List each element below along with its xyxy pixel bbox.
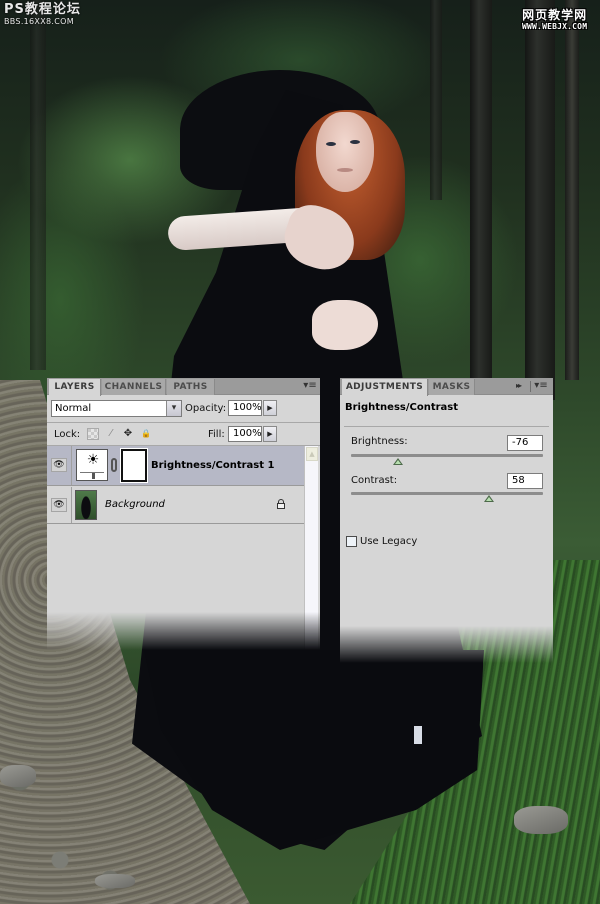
brightness-input[interactable]: -76: [507, 435, 543, 451]
tab-layers[interactable]: LAYERS: [49, 379, 101, 396]
watermark-right: 网页教学网 WWW.WEBJX.COM: [522, 8, 587, 32]
contrast-slider-thumb[interactable]: [484, 495, 495, 502]
sun-icon: ☀: [86, 452, 100, 468]
contrast-label: Contrast:: [351, 475, 398, 486]
layers-tabbar: LAYERS CHANNELS PATHS ▾≡: [47, 378, 320, 396]
face: [316, 112, 374, 192]
opacity-label: Opacity:: [185, 403, 227, 414]
lock-all-icon[interactable]: 🔒: [140, 428, 152, 440]
watermark-left: PS教程论坛 BBS.16XX8.COM: [4, 2, 81, 27]
rock: [95, 874, 135, 888]
fill-stepper-icon[interactable]: ▶: [263, 426, 277, 442]
tree-trunk: [30, 0, 46, 370]
use-legacy-label: Use Legacy: [360, 536, 418, 547]
fill-label: Fill:: [208, 429, 225, 440]
use-legacy-checkbox[interactable]: [346, 536, 357, 547]
tab-masks[interactable]: MASKS: [429, 379, 475, 395]
adjustments-tabbar: ADJUSTMENTS MASKS ▸▸ ▾≡: [340, 378, 553, 396]
brightness-slider-thumb[interactable]: [393, 458, 404, 465]
divider: [47, 422, 320, 423]
watermark-left-url: BBS.16XX8.COM: [4, 17, 74, 26]
watermark-right-title: 网页教学网: [522, 8, 588, 22]
panel-menu-icon[interactable]: ▾≡: [303, 380, 317, 392]
lock-image-pixels-icon[interactable]: ⁄: [105, 428, 117, 440]
tree-trunk: [430, 0, 442, 200]
adjustments-panel: ADJUSTMENTS MASKS ▸▸ ▾≡ Brightness/Contr…: [340, 378, 553, 663]
blend-mode-value: Normal: [55, 403, 92, 414]
link-chain-icon[interactable]: [111, 458, 117, 472]
eye-icon[interactable]: 👁: [51, 498, 67, 512]
divider: [344, 426, 549, 427]
divider: [530, 381, 531, 392]
watermark-right-url: WWW.WEBJX.COM: [522, 22, 588, 31]
adjustment-layer-thumbnail[interactable]: ☀: [76, 449, 108, 481]
blend-mode-select[interactable]: Normal ▾: [51, 400, 182, 417]
panel-menu-icon[interactable]: ▾≡: [534, 380, 548, 392]
fill-input[interactable]: 100%: [228, 426, 262, 442]
slider-glyph-icon: [80, 472, 104, 479]
layer-mask-thumbnail[interactable]: [120, 448, 148, 483]
layer-row-brightness-contrast[interactable]: 👁 ☀ Brightness/Contrast 1: [47, 446, 304, 486]
tab-paths[interactable]: PATHS: [167, 379, 215, 395]
contrast-input[interactable]: 58: [507, 473, 543, 489]
contrast-slider-track[interactable]: [351, 492, 543, 495]
rock: [514, 806, 568, 834]
opacity-input[interactable]: 100%: [228, 400, 262, 416]
layer-row-background[interactable]: 👁 Background: [47, 487, 304, 524]
brightness-label: Brightness:: [351, 436, 408, 447]
lock-position-icon[interactable]: ✥: [122, 428, 134, 440]
layer-thumbnail[interactable]: [75, 490, 97, 520]
eye: [326, 142, 336, 146]
lock-icon: [276, 499, 286, 509]
eye-icon[interactable]: 👁: [51, 458, 67, 472]
lock-body: [277, 503, 285, 509]
tab-channels[interactable]: CHANNELS: [102, 379, 166, 395]
garment-tag: [414, 726, 422, 744]
rock: [0, 765, 36, 787]
tree-trunk: [525, 0, 555, 400]
layer-name[interactable]: Background: [105, 499, 165, 511]
eye: [350, 140, 360, 144]
tree-trunk: [470, 0, 492, 390]
layers-scrollbar[interactable]: ▲: [304, 446, 318, 656]
tab-adjustments[interactable]: ADJUSTMENTS: [342, 379, 428, 396]
opacity-stepper-icon[interactable]: ▶: [263, 400, 277, 416]
lips: [337, 168, 353, 172]
scroll-up-icon[interactable]: ▲: [306, 447, 318, 461]
lock-label: Lock:: [54, 429, 81, 440]
forward-icon[interactable]: ▸▸: [511, 380, 525, 392]
layers-panel: LAYERS CHANNELS PATHS ▾≡ Normal ▾ Opacit…: [47, 378, 320, 656]
divider: [71, 487, 72, 523]
brightness-slider-track[interactable]: [351, 454, 543, 457]
chevron-down-icon[interactable]: ▾: [166, 401, 181, 416]
layer-name[interactable]: Brightness/Contrast 1: [151, 460, 274, 472]
adjustment-title: Brightness/Contrast: [345, 402, 459, 413]
divider: [71, 446, 72, 485]
tree-trunk: [565, 0, 579, 380]
watermark-left-title: PS教程论坛: [4, 2, 81, 17]
lock-transparent-pixels-icon[interactable]: [87, 428, 99, 440]
